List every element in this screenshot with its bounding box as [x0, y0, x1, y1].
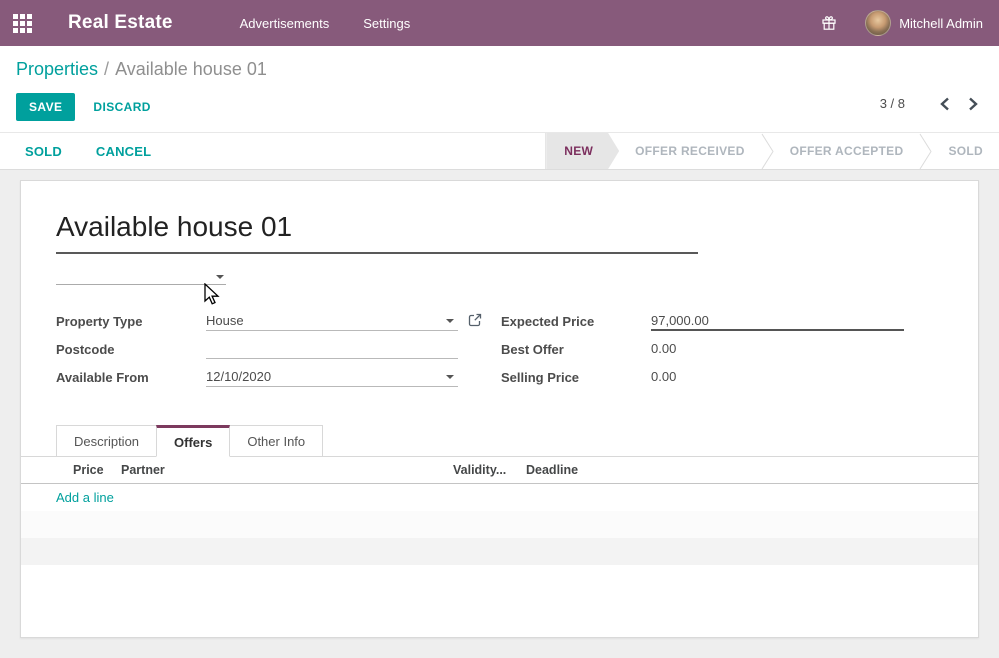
breadcrumb-separator: / [104, 59, 109, 79]
best-offer-value: 0.00 [651, 339, 903, 359]
sold-action-button[interactable]: SOLD [25, 144, 62, 159]
selling-price-label: Selling Price [501, 370, 651, 385]
form-statusbar: SOLD CANCEL NEW OFFER RECEIVED OFFER ACC… [0, 132, 999, 170]
property-type-label: Property Type [56, 314, 206, 329]
property-type-value: House [206, 313, 244, 328]
breadcrumb-current: Available house 01 [115, 59, 267, 79]
expected-price-input[interactable]: 97,000.00 [651, 311, 904, 331]
menu-settings[interactable]: Settings [346, 0, 427, 46]
status-step-offer-accepted[interactable]: OFFER ACCEPTED [774, 133, 920, 169]
tab-description[interactable]: Description [56, 425, 157, 457]
column-header-price[interactable]: Price [73, 463, 104, 477]
offers-table-add-row: Add a line [21, 484, 978, 511]
discard-button[interactable]: DISCARD [93, 100, 150, 114]
notebook-tabs: Description Offers Other Info [21, 425, 978, 457]
offers-table-header: Price Partner Validity... Deadline [21, 457, 978, 484]
selling-price-value: 0.00 [651, 367, 903, 387]
column-header-deadline[interactable]: Deadline [526, 463, 578, 477]
menu-advertisements[interactable]: Advertisements [223, 0, 347, 46]
breadcrumb-properties-link[interactable]: Properties [16, 59, 98, 79]
expected-price-label: Expected Price [501, 314, 651, 329]
pager-next-icon[interactable] [967, 97, 981, 111]
apps-grid-icon [13, 14, 32, 33]
breadcrumb: Properties / Available house 01 [16, 59, 267, 80]
field-row-available-from: Available From 12/10/2020 [56, 363, 458, 391]
gift-icon [821, 15, 837, 31]
field-row-property-type: Property Type House [56, 307, 458, 335]
control-panel: Properties / Available house 01 SAVE DISCA… [0, 46, 999, 132]
external-link-icon[interactable] [468, 313, 482, 332]
form-sheet: Available house 01 Property Type House [20, 180, 979, 638]
user-menu[interactable]: Mitchell Admin [899, 16, 983, 31]
postcode-input[interactable] [206, 339, 458, 359]
property-name-input[interactable]: Available house 01 [56, 211, 698, 254]
expected-price-value: 97,000.00 [651, 313, 709, 328]
content-area: Available house 01 Property Type House [0, 170, 999, 658]
record-pager: 3 / 8 [880, 96, 981, 111]
field-row-expected-price: Expected Price 97,000.00 [501, 307, 904, 335]
available-from-label: Available From [56, 370, 206, 385]
empty-table-row [21, 538, 978, 565]
app-title[interactable]: Real Estate [68, 12, 173, 34]
step-chevron-icon [761, 133, 774, 169]
app-window: Real Estate Advertisements Settings Mitc… [0, 0, 999, 658]
top-navbar: Real Estate Advertisements Settings Mitc… [0, 0, 999, 46]
pager-previous-icon[interactable] [939, 97, 953, 111]
status-step-sold[interactable]: SOLD [932, 133, 999, 169]
tab-other-info[interactable]: Other Info [229, 425, 323, 457]
empty-table-row [21, 511, 978, 538]
column-header-validity[interactable]: Validity... [453, 463, 506, 477]
tab-offers[interactable]: Offers [156, 425, 230, 457]
property-type-input[interactable]: House [206, 311, 458, 331]
available-from-value: 12/10/2020 [206, 369, 271, 384]
postcode-label: Postcode [56, 342, 206, 357]
tags-input[interactable] [56, 268, 226, 285]
dropdown-caret-icon[interactable] [446, 319, 454, 323]
field-grid: Property Type House [56, 307, 978, 391]
cancel-action-button[interactable]: CANCEL [96, 144, 151, 159]
best-offer-label: Best Offer [501, 342, 651, 357]
dropdown-caret-icon[interactable] [446, 375, 454, 379]
field-row-best-offer: Best Offer 0.00 [501, 335, 904, 363]
field-row-selling-price: Selling Price 0.00 [501, 363, 904, 391]
field-row-postcode: Postcode [56, 335, 458, 363]
gift-button[interactable] [807, 0, 851, 46]
status-step-offer-received[interactable]: OFFER RECEIVED [619, 133, 761, 169]
available-from-input[interactable]: 12/10/2020 [206, 367, 458, 387]
apps-menu-button[interactable] [0, 0, 44, 46]
status-steps: NEW OFFER RECEIVED OFFER ACCEPTED SOLD [545, 133, 999, 169]
step-chevron-icon [919, 133, 932, 169]
pager-count: 3 / 8 [880, 96, 905, 111]
user-avatar[interactable] [865, 10, 891, 36]
save-button[interactable]: SAVE [16, 93, 75, 121]
dropdown-caret-icon [216, 275, 224, 279]
column-header-partner[interactable]: Partner [121, 463, 165, 477]
status-step-new[interactable]: NEW [546, 133, 619, 169]
add-a-line-link[interactable]: Add a line [56, 490, 114, 505]
